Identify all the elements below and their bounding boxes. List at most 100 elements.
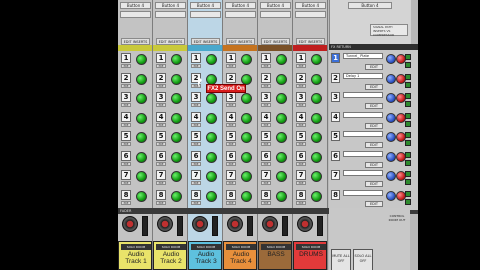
fx-send-level-knob[interactable] [136,190,147,202]
fx-send-button[interactable]: 6 [261,150,271,161]
fx-send-level-knob[interactable] [276,93,287,104]
fx-send-level-knob[interactable] [136,132,147,143]
fx-send-level-knob[interactable] [276,132,287,143]
fx-send-button[interactable]: 3 [261,92,271,102]
solo-all-off-button[interactable]: SOLO ALL OFF [353,249,373,270]
fx-return-level-knob[interactable] [386,73,396,84]
fx-send-level-knob[interactable] [241,171,252,182]
fx-return-level-knob[interactable] [386,171,396,181]
fx-return-number[interactable]: 8 [331,189,340,200]
fx-return-level-knob[interactable] [386,54,396,64]
fx-return-toggle[interactable] [405,198,411,205]
pan-knob[interactable] [122,216,138,232]
fx-send-button[interactable]: 6 [226,150,236,161]
pre-button[interactable]: PRE [191,64,201,68]
fx-send-level-knob[interactable] [311,54,322,65]
fx-send-level-knob[interactable] [276,73,287,85]
fx-return-number[interactable]: 6 [331,150,340,161]
fx-edit-button[interactable]: EDIT [365,64,383,70]
fx-send-button[interactable]: 2 [226,72,236,83]
fx-send-button[interactable]: 5 [156,131,166,141]
fx-send-level-knob[interactable] [311,132,322,143]
fx-send-button[interactable]: 7 [156,170,166,180]
fx-send-level-knob[interactable] [276,171,287,182]
edit-inserts-button[interactable]: EDIT INSERTS [121,38,150,45]
pre-button[interactable]: PRE [121,103,131,107]
fx-send-button[interactable]: 3 [121,92,131,102]
pre-button[interactable]: PRE [121,83,131,88]
fx-send-button[interactable]: 5 [191,131,201,141]
channel-button[interactable] [260,11,291,18]
fx-return-level-knob[interactable] [386,93,396,103]
fx-send-button[interactable]: 4 [191,111,201,122]
fx-edit-button[interactable]: EDIT [365,161,383,168]
fx-send-level-knob[interactable] [206,93,217,104]
fx-send-level-knob[interactable] [171,151,182,163]
edit-inserts-button[interactable]: EDIT INSERTS [156,38,185,45]
fx-return-toggle[interactable] [405,54,411,60]
channel-button[interactable] [295,11,326,18]
fx-send-level-knob[interactable] [136,171,147,182]
pre-button[interactable]: PRE [296,83,306,88]
fx-send-button[interactable]: 1 [156,53,166,63]
track-name-label[interactable]: SOLO ROOM Audio Track 4 [223,241,257,270]
pre-button[interactable]: PRE [121,161,131,166]
pre-button[interactable]: PRE [121,181,131,185]
fx-send-button[interactable]: 3 [191,92,201,102]
solo-mute-buttons[interactable]: SOLO ROOM [156,244,186,250]
fx-send-button[interactable]: 7 [296,170,306,180]
pre-button[interactable]: PRE [296,181,306,185]
fx-return-number[interactable]: 7 [331,170,340,180]
fx-send-level-knob[interactable] [136,54,147,65]
fx-return-toggle[interactable] [405,171,411,177]
fx-edit-button[interactable]: EDIT [365,83,383,90]
fx-send-level-knob[interactable] [241,190,252,202]
fx-send-level-knob[interactable] [136,93,147,104]
fx-send-button[interactable]: 8 [296,189,306,200]
fx-send-level-knob[interactable] [276,112,287,124]
fx-send-button[interactable]: 8 [261,189,271,200]
fx-return-toggle[interactable] [405,81,411,88]
pan-knob[interactable] [157,216,173,232]
fx-send-level-knob[interactable] [241,132,252,143]
pre-button[interactable]: PRE [191,122,201,127]
edit-inserts-button[interactable]: EDIT INSERTS [226,38,255,45]
fx-return-level-knob[interactable] [386,151,396,162]
edit-inserts-button[interactable]: EDIT INSERTS [296,38,325,45]
fx-send-level-knob[interactable] [136,112,147,124]
fx-return-toggle[interactable] [405,120,411,127]
pan-knob[interactable] [262,216,278,232]
fx-send-level-knob[interactable] [311,93,322,104]
pre-button[interactable]: PRE [121,64,131,68]
solo-mute-buttons[interactable]: SOLO ROOM [261,244,291,250]
fx-send-button[interactable]: 8 [156,189,166,200]
fx-send-level-knob[interactable] [311,190,322,202]
fx-send-button[interactable]: 4 [296,111,306,122]
fx-send-button[interactable]: 4 [226,111,236,122]
pre-button[interactable]: PRE [261,64,271,68]
fx-return-number[interactable]: 4 [331,111,340,122]
pre-button[interactable]: PRE [226,103,236,107]
fx-send-level-knob[interactable] [276,151,287,163]
fx-send-button[interactable]: 7 [226,170,236,180]
fx-send-level-knob[interactable] [136,73,147,85]
fx-device-name[interactable] [343,92,383,98]
fx-send-level-knob[interactable] [311,171,322,182]
channel-button-4[interactable]: Button 4 [295,2,326,9]
channel-button-4[interactable]: Button 4 [120,2,151,9]
fx-return-toggle[interactable] [405,93,411,99]
fx-send-button[interactable]: 7 [261,170,271,180]
pre-button[interactable]: PRE [191,181,201,185]
pan-knob[interactable] [297,216,313,232]
fx-return-toggle[interactable] [405,179,411,185]
pre-button[interactable]: PRE [296,103,306,107]
fx-device-name[interactable] [343,111,383,118]
pre-button[interactable]: PRE [156,64,166,68]
fx-send-button[interactable]: 1 [121,53,131,63]
pre-button[interactable]: PRE [191,161,201,166]
fx-device-name[interactable] [343,170,383,176]
channel-button[interactable] [120,11,151,18]
fx-edit-button[interactable]: EDIT [365,200,383,207]
fx-return-level-knob[interactable] [386,190,396,201]
fx-device-name[interactable] [343,150,383,157]
